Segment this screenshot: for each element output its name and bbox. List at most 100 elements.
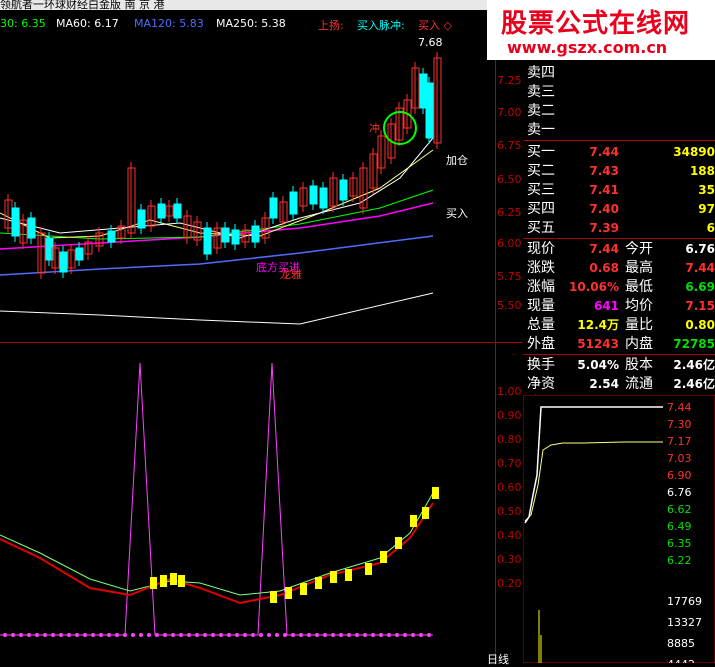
quote-label: 均价 [625, 298, 653, 314]
dot-marker [275, 633, 279, 637]
quote-row: 净资 2.54 流通 2.46亿 [523, 375, 715, 394]
dot-marker [355, 633, 359, 637]
period-label[interactable]: 日线 [487, 651, 509, 667]
quote-label: 量比 [625, 317, 653, 333]
intraday-chart[interactable]: 7.44 7.30 7.17 7.03 6.90 6.76 6.62 6.49 6.35 6.22… [523, 395, 715, 663]
dot-marker [51, 633, 55, 637]
mini-volume-tick: 13327 [667, 616, 702, 629]
buy-level-vol: 34890 [673, 145, 715, 159]
candle-body [157, 203, 166, 219]
buy-level-label: 买三 [527, 182, 555, 198]
indicator-chart[interactable] [0, 343, 495, 663]
indicator-tick: 1.00 [497, 385, 522, 398]
quote-value: 5.04% [577, 358, 619, 372]
quote-row: 换手 5.04% 股本 2.46亿 [523, 356, 715, 375]
quote-panel: 卖四 卖三 卖二 卖一 买一 7.44 34890 买二 7.43 188 买三 7.41 35 买四 7.… [523, 60, 715, 411]
candle-body [137, 209, 146, 229]
quote-label: 涨幅 [527, 279, 555, 295]
candle-body [59, 251, 68, 273]
buy-level-label: 买五 [527, 220, 555, 236]
price-tick: 7.00 [497, 106, 522, 119]
dot-marker [27, 633, 31, 637]
sell-level-label: 卖一 [527, 122, 555, 138]
candle-body [221, 227, 230, 243]
yellow-bar [422, 507, 429, 519]
buy-level-price: 7.43 [589, 164, 619, 178]
quote-value: 0.68 [589, 261, 619, 275]
quote-value: 10.06% [569, 280, 619, 294]
dot-marker [347, 633, 351, 637]
mini-price-tick: 6.62 [667, 503, 692, 516]
sell-level-row: 卖四 [523, 64, 715, 83]
dot-marker [59, 633, 63, 637]
indicator-tick: 0.30 [497, 553, 522, 566]
dot-marker [387, 633, 391, 637]
dot-marker [427, 633, 431, 637]
dot-marker [323, 633, 327, 637]
indicator-tick: 0.50 [497, 505, 522, 518]
mini-volume-tick: 17769 [667, 595, 702, 608]
quote-divider [523, 140, 715, 141]
quote-row: 涨跌 0.68 最高 7.44 [523, 259, 715, 278]
quote-label: 今开 [625, 241, 653, 257]
price-tick: 5.50 [497, 299, 522, 312]
yellow-bar [150, 577, 157, 589]
quote-label: 净资 [527, 376, 555, 392]
yellow-bar [170, 573, 177, 585]
buy-level-price: 7.41 [589, 183, 619, 197]
quote-label: 涨跌 [527, 260, 555, 276]
quote-label: 现量 [527, 298, 555, 314]
indicator-tick: 0.20 [497, 577, 522, 590]
mini-volume-tick: 4442 [667, 658, 695, 663]
buy-level-price: 7.40 [589, 202, 619, 216]
dot-marker [403, 633, 407, 637]
paoxian-label: 龙雅 [280, 267, 302, 281]
buy-level-price: 7.39 [589, 221, 619, 235]
quote-value: 7.44 [589, 242, 619, 256]
dot-marker [283, 633, 287, 637]
dot-marker [43, 633, 47, 637]
dot-marker [131, 633, 135, 637]
quote-value: 6.69 [685, 280, 715, 294]
signal-line [0, 492, 434, 596]
quote-row: 外盘 51243 内盘 72785 [523, 335, 715, 354]
buy-level-label: 买四 [527, 201, 555, 217]
yellow-bar [285, 587, 292, 599]
candle-body [339, 179, 348, 201]
candle-body [269, 197, 278, 219]
quote-label: 股本 [625, 357, 653, 373]
dot-marker [195, 633, 199, 637]
quote-row: 现价 7.44 今开 6.76 [523, 240, 715, 259]
yellow-bar [410, 515, 417, 527]
quote-label: 总量 [527, 317, 555, 333]
yellow-bar [365, 563, 372, 575]
price-tick: 5.75 [497, 270, 522, 283]
dot-marker [187, 633, 191, 637]
dot-marker [147, 633, 151, 637]
candle-body [203, 227, 212, 255]
quote-label: 流通 [625, 376, 653, 392]
buy-level-vol: 188 [689, 164, 715, 178]
jiacang-label: 加仓 [446, 153, 468, 167]
dot-marker [107, 633, 111, 637]
buy-level-vol: 35 [698, 183, 715, 197]
mairu-label: 买入 [446, 207, 468, 220]
candle-body [27, 217, 36, 239]
kline-chart[interactable]: 7.68冲加仓买入底方买进龙雅 [0, 28, 495, 343]
yellow-bar [380, 551, 387, 563]
dot-marker [171, 633, 175, 637]
yellow-bar [395, 537, 402, 549]
dot-marker [19, 633, 23, 637]
dot-marker [83, 633, 87, 637]
chong-label: 冲 [369, 121, 380, 135]
dot-marker [267, 633, 271, 637]
quote-divider [523, 354, 715, 355]
yellow-bar [178, 575, 185, 587]
candle-body [309, 185, 318, 205]
dot-marker [235, 633, 239, 637]
dot-marker [251, 633, 255, 637]
price-axis: 7.25 7.00 6.75 6.50 6.25 6.00 5.75 5.50 [495, 28, 523, 343]
dot-marker [139, 633, 143, 637]
dot-marker [363, 633, 367, 637]
quote-value: 6.76 [685, 242, 715, 256]
